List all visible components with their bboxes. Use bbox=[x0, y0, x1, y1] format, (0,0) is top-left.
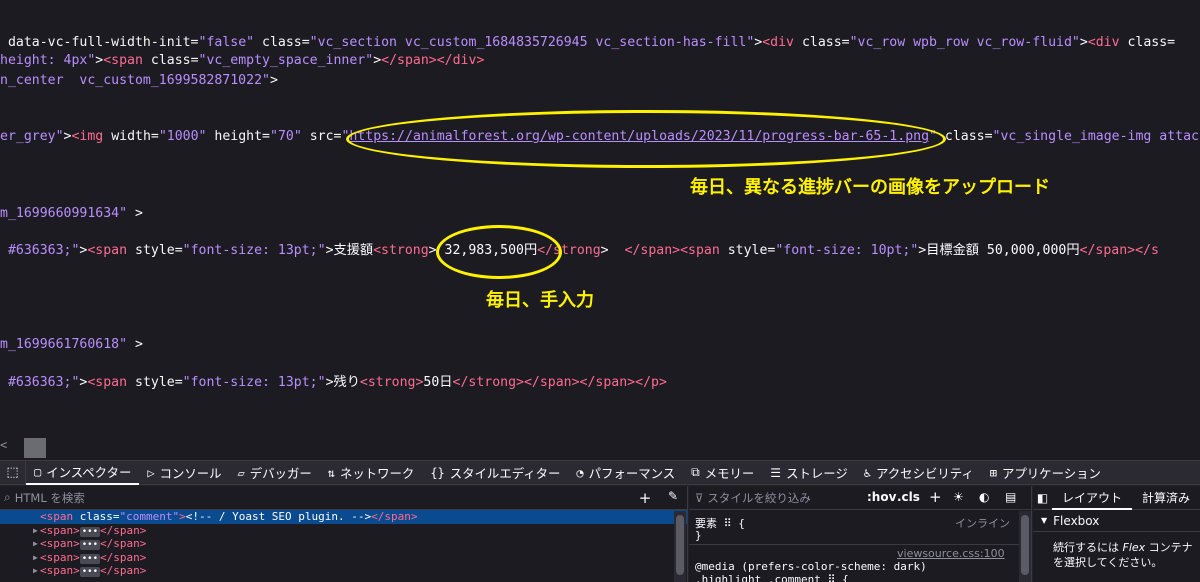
source-line-8: #636363;"><span style="font-size: 13pt;"… bbox=[0, 375, 667, 390]
hov-toggle[interactable]: :hov bbox=[867, 490, 896, 504]
source-line-7: m_1699661760618" > bbox=[0, 337, 143, 352]
rules-scroll-thumb[interactable] bbox=[1021, 515, 1029, 575]
tab-computed[interactable]: 計算済み bbox=[1132, 486, 1200, 510]
horizontal-scroll-thumb[interactable] bbox=[24, 438, 46, 458]
expand-triangle-icon[interactable]: ▶ bbox=[33, 564, 38, 578]
sidebar-tabs: ◧ レイアウト 計算済み bbox=[1033, 486, 1200, 510]
collapsed-ellipsis-badge[interactable]: ••• bbox=[79, 540, 101, 551]
filter-icon: ⊽ bbox=[695, 490, 704, 505]
tab-accessibility[interactable]: ♿ アクセシビリティ bbox=[856, 461, 982, 485]
console-icon: ▷ bbox=[147, 465, 155, 480]
markup-scroll-thumb[interactable] bbox=[676, 515, 684, 575]
add-rule-icon[interactable]: + bbox=[929, 488, 942, 506]
light-mode-icon[interactable]: ☀ bbox=[953, 490, 964, 504]
inline-label: インライン bbox=[955, 517, 1010, 530]
expand-triangle-icon[interactable]: ▶ bbox=[33, 524, 38, 538]
tree-row[interactable]: ▶ <span> ••• </span> bbox=[0, 551, 687, 565]
source-line-5: m_1699660991634" > bbox=[0, 206, 143, 221]
tab-storage[interactable]: ☰ ストレージ bbox=[762, 461, 855, 485]
inspector-icon: ▢ bbox=[34, 464, 42, 479]
rules-pane: ⊽ スタイルを絞り込み :hov .cls + ☀ ◐ ▤ 要素 ⠿ { インラ… bbox=[689, 486, 1032, 582]
html-search-input[interactable] bbox=[14, 490, 575, 505]
devtools-panel: ⬚ ▢ インスペクター ▷ コンソール ▱ デバッガー ⇅ ネットワーク {} スタイルエ… bbox=[0, 460, 1200, 582]
gauge-icon: ◔ bbox=[576, 465, 584, 480]
collapsed-ellipsis-badge[interactable]: ••• bbox=[79, 567, 101, 578]
tab-debugger[interactable]: ▱ デバッガー bbox=[230, 461, 320, 485]
highlight-ellipse-image-url bbox=[346, 110, 946, 168]
flexbox-section-header[interactable]: ▼ Flexbox bbox=[1033, 510, 1200, 532]
tab-memory[interactable]: ⧉ メモリー bbox=[683, 461, 762, 485]
source-line-2: height: 4px"><span class="vc_empty_space… bbox=[0, 53, 485, 68]
markup-pane: ⌕ + ✎ <span class="comment"><!-- / Yoast… bbox=[0, 486, 688, 582]
expand-triangle-icon[interactable]: ▶ bbox=[33, 537, 38, 551]
tree-row[interactable]: ▶ <span> ••• </span> bbox=[0, 564, 687, 578]
scroll-left-arrow[interactable]: < bbox=[0, 438, 7, 452]
element-rule-selector: 要素 ⠿ { bbox=[695, 517, 745, 530]
braces-icon: {} bbox=[430, 465, 445, 480]
devtools-tabbar: ⬚ ▢ インスペクター ▷ コンソール ▱ デバッガー ⇅ ネットワーク {} スタイルエ… bbox=[0, 460, 1200, 485]
network-icon: ⇅ bbox=[327, 465, 335, 480]
collapsed-ellipsis-badge[interactable]: ••• bbox=[79, 526, 101, 537]
tab-network[interactable]: ⇅ ネットワーク bbox=[320, 461, 423, 485]
styles-filter-input[interactable]: スタイルを絞り込み bbox=[707, 490, 811, 506]
storage-icon: ☰ bbox=[770, 465, 782, 480]
expand-triangle-icon[interactable]: ▶ bbox=[33, 551, 38, 565]
highlight-ellipse-amount bbox=[436, 225, 562, 279]
collapsed-ellipsis-badge[interactable]: ••• bbox=[79, 553, 101, 564]
tree-row[interactable]: ▶ <span> ••• </span> bbox=[0, 524, 687, 538]
source-line-3: n_center vc_custom_1699582871022"> bbox=[0, 73, 278, 88]
grid-icon: ⊞ bbox=[989, 465, 998, 480]
toggle-sidebar-icon[interactable]: ◧ bbox=[1033, 491, 1052, 505]
goal-amount-text: 目標金額 50,000,000円 bbox=[926, 243, 1080, 258]
tree-row-selected[interactable]: <span class="comment"><!-- / Yoast SEO p… bbox=[0, 510, 687, 524]
tab-layout[interactable]: レイアウト bbox=[1051, 486, 1132, 510]
markup-scrollbar[interactable] bbox=[674, 511, 686, 582]
annotation-upload-note: 毎日、異なる進捗バーの画像をアップロード bbox=[690, 177, 1050, 198]
view-source-pane: data-vc-full-width-init="false" class="v… bbox=[0, 0, 1200, 460]
rules-toolbar: ⊽ スタイルを絞り込み :hov .cls + ☀ ◐ ▤ bbox=[689, 486, 1031, 510]
flexbox-empty-message: 続行するには Flex コンテナ を選択してください。 bbox=[1053, 541, 1193, 569]
comment-rule-selector: .highlight .comment ⠿ { bbox=[695, 573, 849, 582]
source-line-6: #636363;"><span style="font-size: 13pt;"… bbox=[0, 243, 1159, 258]
print-media-icon[interactable]: ▤ bbox=[1005, 490, 1016, 504]
collapse-triangle-icon: ▼ bbox=[1041, 516, 1048, 525]
tab-style-editor[interactable]: {} スタイルエディター bbox=[422, 461, 568, 485]
tab-console[interactable]: ▷ コンソール bbox=[139, 461, 229, 485]
debugger-icon: ▱ bbox=[237, 465, 245, 480]
source-line-1: data-vc-full-width-init="false" class="v… bbox=[0, 35, 1176, 50]
search-icon: ⌕ bbox=[4, 490, 11, 504]
dark-mode-icon[interactable]: ◐ bbox=[979, 490, 989, 504]
cls-toggle[interactable]: .cls bbox=[897, 490, 920, 504]
tab-performance[interactable]: ◔ パフォーマンス bbox=[568, 461, 683, 485]
layout-pane: ◧ レイアウト 計算済み ▼ Flexbox 続行するには Flex コンテナ を選… bbox=[1033, 486, 1200, 582]
element-picker-icon[interactable]: ⬚ bbox=[0, 460, 26, 485]
element-rule-close: } bbox=[695, 529, 702, 542]
tab-application[interactable]: ⊞ アプリケーション bbox=[982, 461, 1109, 485]
accessibility-icon: ♿ bbox=[863, 465, 872, 480]
memory-icon: ⧉ bbox=[691, 465, 700, 479]
rule-divider bbox=[689, 544, 1032, 545]
media-query-line: @media (prefers-color-scheme: dark) bbox=[695, 560, 927, 573]
tree-row[interactable]: ▶ <span> ••• </span> bbox=[0, 537, 687, 551]
annotation-manual-note: 毎日、手入力 bbox=[486, 290, 594, 311]
html-search-bar: ⌕ + ✎ bbox=[0, 486, 687, 510]
stylesheet-source-link[interactable]: viewsource.css:100 bbox=[897, 547, 1005, 560]
days-left-text: 50日 bbox=[423, 375, 453, 390]
rules-scrollbar[interactable] bbox=[1019, 511, 1031, 582]
tab-inspector[interactable]: ▢ インスペクター bbox=[26, 460, 140, 485]
add-node-icon[interactable]: + bbox=[636, 489, 654, 507]
eyedropper-icon[interactable]: ✎ bbox=[664, 489, 682, 503]
